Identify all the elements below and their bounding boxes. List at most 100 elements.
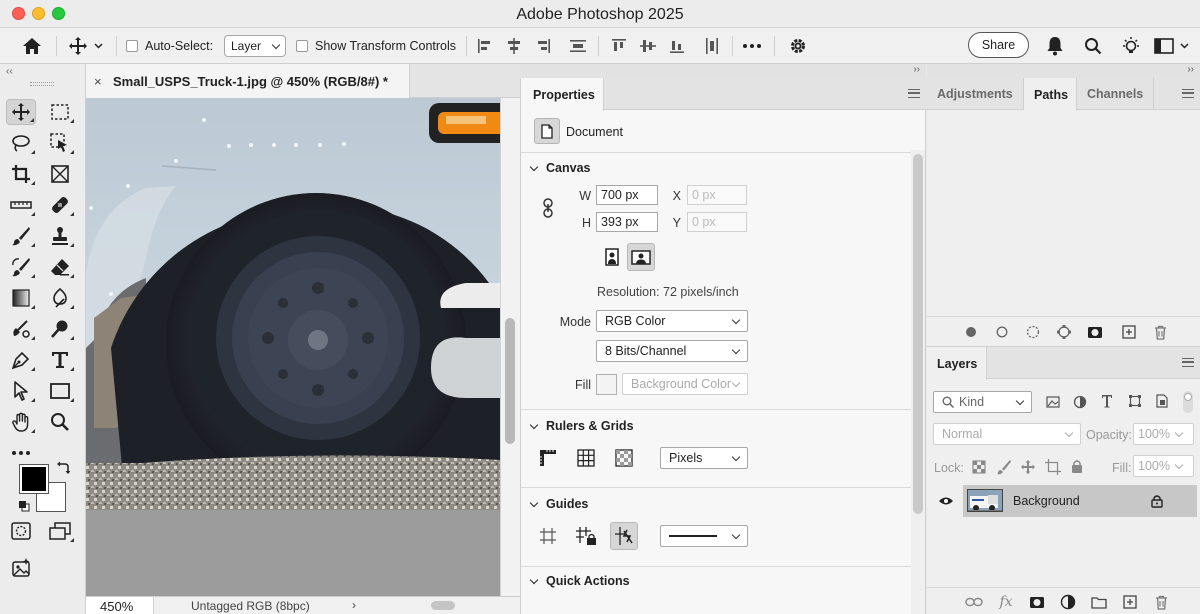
delete-path-button[interactable]	[1152, 324, 1168, 340]
discover-button[interactable]	[1120, 28, 1142, 64]
generative-fill-button[interactable]	[6, 555, 36, 581]
frame-tool[interactable]	[45, 161, 75, 187]
tools-grip[interactable]	[30, 82, 54, 86]
delete-layer-button[interactable]	[1152, 594, 1170, 610]
filter-pixel-layers-icon[interactable]	[1046, 396, 1060, 408]
workspace-button[interactable]	[1154, 28, 1189, 64]
new-path-button[interactable]	[1121, 324, 1137, 340]
align-center-h-button[interactable]	[505, 28, 523, 64]
align-bottom-button[interactable]	[668, 28, 686, 64]
toggle-guides-button[interactable]	[534, 522, 562, 550]
status-menu-chevron[interactable]: ›	[352, 598, 356, 612]
brush-tool[interactable]	[6, 223, 36, 249]
panel-menu-icon[interactable]	[1182, 358, 1194, 367]
tab-adjustments[interactable]: Adjustments	[927, 78, 1024, 110]
layer-lock-icon[interactable]	[1151, 494, 1163, 508]
close-document-icon[interactable]: ×	[94, 74, 102, 89]
bit-depth-dropdown[interactable]: 8 Bits/Channel	[596, 340, 748, 362]
blur-tool[interactable]	[45, 285, 75, 311]
load-path-selection-button[interactable]	[1025, 324, 1041, 340]
visibility-eye-icon[interactable]	[938, 496, 954, 506]
filter-smart-objects-icon[interactable]	[1155, 394, 1169, 408]
collapse-tools-icon[interactable]: ‹‹	[6, 66, 13, 77]
link-dimensions-icon[interactable]	[542, 198, 554, 218]
canvas-vertical-scrollbar[interactable]	[500, 98, 520, 596]
filter-toggle-switch[interactable]	[1183, 391, 1193, 413]
smart-guides-button[interactable]	[610, 522, 638, 550]
rectangle-tool[interactable]	[45, 378, 75, 404]
history-brush-tool[interactable]	[6, 254, 36, 280]
right-collapse-bar[interactable]: ››	[927, 64, 1200, 78]
document-tab[interactable]: × Small_USPS_Truck-1.jpg @ 450% (RGB/8#)…	[86, 64, 410, 98]
toggle-pixel-grid-button[interactable]	[610, 444, 638, 472]
search-button[interactable]	[1084, 28, 1102, 64]
share-button[interactable]: Share	[968, 32, 1029, 58]
tab-properties[interactable]: Properties	[521, 78, 604, 111]
lasso-tool[interactable]	[6, 130, 36, 156]
toggle-rulers-button[interactable]	[534, 444, 562, 472]
healing-brush-tool[interactable]	[45, 192, 75, 218]
notifications-button[interactable]	[1046, 28, 1064, 64]
canvas-height-input[interactable]: 393 px	[596, 212, 658, 232]
canvas-scroll-thumb[interactable]	[505, 318, 515, 444]
filter-type-layers-icon[interactable]	[1101, 394, 1113, 408]
screen-mode-button[interactable]	[45, 518, 75, 544]
object-selection-tool[interactable]	[45, 130, 75, 156]
panel-menu-icon[interactable]	[1182, 89, 1194, 98]
edit-toolbar-button[interactable]	[6, 440, 36, 466]
properties-collapse-bar[interactable]: ››	[520, 64, 926, 78]
document-canvas[interactable]	[86, 98, 520, 596]
properties-scroll-thumb[interactable]	[913, 154, 923, 514]
canvas-section-header[interactable]: Canvas	[521, 155, 911, 181]
canvas-horizontal-scroll-thumb[interactable]	[431, 601, 455, 610]
align-left-button[interactable]	[476, 28, 494, 64]
more-options-button[interactable]	[742, 28, 762, 64]
new-adjustment-layer-button[interactable]	[1059, 594, 1077, 610]
align-top-button[interactable]	[610, 28, 628, 64]
stroke-path-button[interactable]	[994, 324, 1010, 340]
quick-actions-section-header[interactable]: Quick Actions	[521, 568, 911, 594]
hand-tool[interactable]	[6, 409, 36, 435]
layer-item[interactable]: Background	[963, 485, 1197, 517]
filter-shape-layers-icon[interactable]	[1128, 394, 1142, 408]
add-mask-button[interactable]	[1087, 324, 1103, 340]
auto-select-checkbox[interactable]	[126, 40, 138, 52]
align-right-button[interactable]	[534, 28, 552, 64]
guide-style-dropdown[interactable]	[660, 525, 748, 547]
link-layers-button[interactable]	[965, 594, 983, 610]
lock-transparent-pixels-icon[interactable]	[972, 460, 986, 474]
make-work-path-button[interactable]	[1056, 324, 1072, 340]
swap-colors-icon[interactable]	[56, 461, 70, 475]
panel-menu-icon[interactable]	[908, 89, 920, 98]
lock-artboard-icon[interactable]	[1045, 459, 1061, 475]
zoom-level-field[interactable]: 450%	[86, 597, 154, 614]
lock-position-icon[interactable]	[1020, 459, 1036, 475]
properties-scrollbar[interactable]	[911, 150, 925, 614]
distribute-vertical-button[interactable]	[569, 28, 587, 64]
guides-section-header[interactable]: Guides	[521, 491, 911, 517]
landscape-orientation-button[interactable]	[627, 243, 655, 271]
lock-image-pixels-icon[interactable]	[996, 459, 1012, 475]
tab-paths[interactable]: Paths	[1024, 78, 1077, 111]
fill-path-button[interactable]	[963, 324, 979, 340]
crop-tool[interactable]	[6, 161, 36, 187]
marquee-tool[interactable]	[45, 99, 75, 125]
quick-mask-button[interactable]	[6, 518, 36, 544]
zoom-tool[interactable]	[45, 409, 75, 435]
align-middle-button[interactable]	[639, 28, 657, 64]
show-transform-checkbox[interactable]	[296, 40, 308, 52]
move-tool[interactable]	[6, 99, 36, 125]
path-selection-tool[interactable]	[6, 378, 36, 404]
lock-all-icon[interactable]	[1071, 459, 1083, 474]
distribute-horizontal-button[interactable]	[703, 28, 721, 64]
lock-guides-button[interactable]	[572, 522, 600, 550]
layer-filter-kind-dropdown[interactable]: Kind	[933, 391, 1032, 413]
move-tool-preset-button[interactable]	[68, 28, 103, 64]
collapse-right-icon[interactable]: ››	[1187, 64, 1194, 75]
new-layer-button[interactable]	[1121, 594, 1139, 610]
color-mode-dropdown[interactable]: RGB Color	[596, 310, 748, 332]
burn-tool[interactable]	[45, 316, 75, 342]
new-group-button[interactable]	[1090, 594, 1108, 610]
gradient-tool[interactable]	[6, 285, 36, 311]
pen-tool[interactable]	[6, 347, 36, 373]
